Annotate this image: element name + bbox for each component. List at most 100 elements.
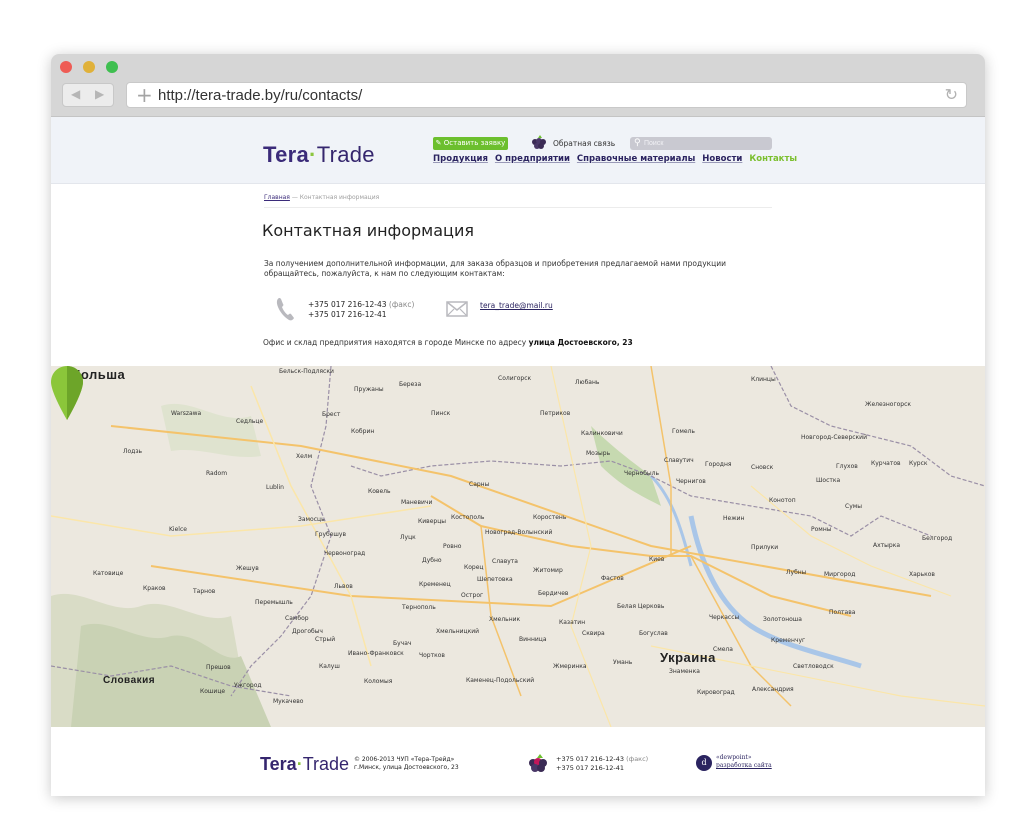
- main-nav: Продукция О предприятии Справочные матер…: [433, 154, 797, 164]
- map-label: Черкассы: [709, 614, 740, 621]
- map-label: Kielce: [169, 526, 187, 533]
- map-pin-icon[interactable]: [51, 366, 83, 420]
- dewpoint-logo-icon[interactable]: d: [696, 755, 712, 771]
- map-label: Хмельницкий: [436, 628, 480, 635]
- map-label: Белгород: [922, 535, 953, 542]
- phone-fax[interactable]: +375 017 216-12-43: [308, 300, 387, 309]
- history-buttons: ◀ ▶: [62, 83, 114, 107]
- map-label: Ужгород: [234, 682, 262, 689]
- back-arrow-icon[interactable]: ◀: [71, 87, 80, 101]
- site-footer: Tera·Trade © 2006-2013 ЧУП «Тера-Трейд» …: [51, 727, 985, 796]
- new-tab-icon[interactable]: +: [136, 84, 153, 106]
- map-label: Костополь: [451, 514, 485, 521]
- map-label: Гомель: [672, 428, 695, 435]
- office-address: Офис и склад предприятия находятся в гор…: [263, 338, 633, 347]
- logo-word-trade: Trade: [316, 142, 375, 167]
- map-label: Жмеринка: [553, 663, 587, 670]
- footer-logo[interactable]: Tera·Trade: [260, 754, 349, 775]
- map-label: Лодзь: [123, 448, 143, 455]
- site-logo[interactable]: Tera·Trade: [263, 142, 375, 168]
- nav-about[interactable]: О предприятии: [495, 154, 570, 164]
- map-terrain: [51, 366, 985, 727]
- request-button[interactable]: ✎ Оставить заявку: [433, 137, 508, 150]
- divider: [264, 207, 772, 208]
- logo-dot: ·: [309, 142, 317, 167]
- map-label: Пинск: [431, 410, 451, 417]
- phone-numbers: +375 017 216-12-43 (факс) +375 017 216-1…: [308, 300, 414, 320]
- map-label: Брест: [322, 411, 341, 418]
- map-label: Фастов: [601, 575, 624, 582]
- map-label: Богуслав: [639, 630, 668, 637]
- address-bar[interactable]: + http://tera-trade.by/ru/contacts/ ↻: [126, 82, 967, 108]
- map-label: Луцк: [400, 534, 416, 541]
- footer-phone-main[interactable]: +375 017 216-12-41: [556, 764, 648, 773]
- map-label: Лубны: [786, 569, 807, 576]
- search-box[interactable]: ⚲: [630, 137, 772, 150]
- reload-icon[interactable]: ↻: [945, 85, 958, 104]
- close-window-button[interactable]: [60, 61, 72, 73]
- nav-products[interactable]: Продукция: [433, 154, 488, 164]
- developer-credit[interactable]: «dewpoint» разработка сайта: [716, 754, 772, 770]
- map-label: Коломыя: [364, 678, 393, 685]
- map-label: Корец: [464, 564, 484, 571]
- breadcrumb-current: Контактная информация: [299, 194, 380, 201]
- map-label: Нежин: [723, 515, 745, 522]
- url-text[interactable]: http://tera-trade.by/ru/contacts/: [158, 87, 362, 104]
- feedback-label: Обратная связь: [553, 138, 616, 148]
- map-label: Ромны: [811, 526, 832, 533]
- map-label: Тернополь: [402, 604, 436, 611]
- map-label: Маневичи: [401, 499, 433, 506]
- forward-arrow-icon[interactable]: ▶: [95, 87, 104, 101]
- map-label: Пружаны: [354, 386, 384, 393]
- map-label: Харьков: [909, 571, 935, 578]
- footer-phones: +375 017 216-12-43 (факс) +375 017 216-1…: [556, 755, 648, 772]
- map[interactable]: Польша Украина Словакия Бельск-Подляски …: [51, 366, 985, 727]
- map-label: Краков: [143, 585, 166, 592]
- footer-fax-note: (факс): [626, 755, 649, 763]
- breadcrumb-home[interactable]: Главная: [264, 194, 290, 201]
- map-label: Кременец: [419, 581, 451, 588]
- email-link[interactable]: tera_trade@mail.ru: [480, 301, 553, 310]
- map-label: Коростень: [533, 514, 567, 521]
- breadcrumb: Главная — Контактная информация: [264, 194, 379, 201]
- map-label: Винница: [519, 636, 547, 643]
- map-label: Кошице: [200, 688, 226, 695]
- map-label: Сумы: [845, 503, 863, 510]
- map-label: Курск: [909, 460, 928, 467]
- intro-text: За получением дополнительной информации,…: [264, 259, 727, 278]
- map-label: Чортков: [419, 652, 445, 659]
- map-label: Кобрин: [351, 428, 375, 435]
- map-label: Клинцы: [751, 376, 776, 383]
- minimize-window-button[interactable]: [83, 61, 95, 73]
- map-label: Новгород-Северский: [801, 434, 867, 441]
- map-label: Александрия: [752, 686, 794, 693]
- map-label: Конотоп: [769, 497, 796, 504]
- map-label: Хелм: [296, 453, 313, 460]
- map-label: Прешов: [206, 664, 231, 671]
- nav-news[interactable]: Новости: [702, 154, 742, 164]
- map-label: Житомир: [533, 567, 563, 574]
- phone-main[interactable]: +375 017 216-12-41: [308, 310, 414, 320]
- map-label: Славута: [492, 558, 518, 565]
- footer-phone-fax[interactable]: +375 017 216-12-43: [556, 755, 624, 763]
- map-label: Замосць: [298, 516, 325, 523]
- map-label: Львов: [334, 583, 353, 590]
- map-label: Береза: [399, 381, 422, 388]
- map-label: Казатин: [559, 619, 586, 626]
- nav-reference[interactable]: Справочные материалы: [577, 154, 695, 164]
- map-label: Знаменка: [669, 668, 700, 675]
- map-label: Умань: [613, 659, 633, 666]
- map-label: Солигорск: [498, 375, 532, 382]
- map-label: Светловодск: [793, 663, 834, 670]
- map-label: Кременчуг: [771, 637, 806, 644]
- map-label: Кировоград: [697, 689, 735, 696]
- map-label: Киев: [649, 556, 665, 563]
- footer-berry-icon: [529, 754, 547, 772]
- page-title: Контактная информация: [262, 221, 474, 240]
- nav-contacts[interactable]: Контакты: [749, 154, 797, 164]
- map-label: Стрый: [315, 636, 336, 643]
- feedback-link[interactable]: Обратная связь: [529, 134, 615, 152]
- search-input[interactable]: [644, 137, 768, 150]
- maximize-window-button[interactable]: [106, 61, 118, 73]
- map-label: Грубешув: [315, 531, 346, 538]
